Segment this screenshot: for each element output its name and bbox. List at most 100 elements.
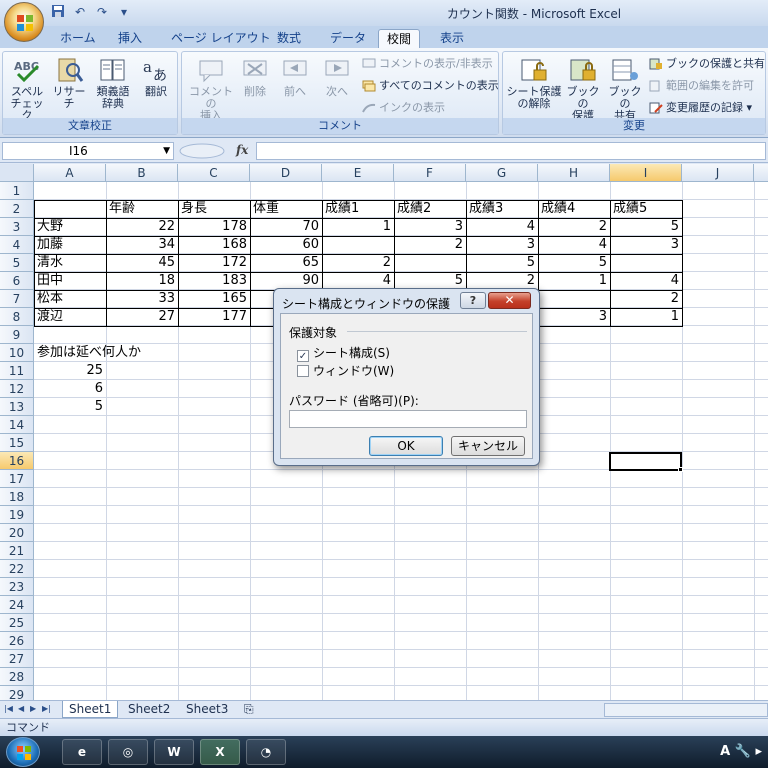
insert-sheet-icon[interactable]: ⎘ — [238, 701, 260, 718]
new-comment-button[interactable]: コメントの 挿入 — [186, 56, 236, 122]
cell-h4[interactable]: 4 — [538, 236, 610, 254]
row-header-12[interactable]: 12 — [0, 380, 34, 398]
row-header-27[interactable]: 27 — [0, 650, 34, 668]
select-all-corner[interactable] — [0, 164, 34, 182]
sheet-tab-sheet1[interactable]: Sheet1 — [62, 701, 119, 718]
protect-workbook-button[interactable]: ブックの 保護 — [563, 56, 603, 122]
share-workbook-button[interactable]: ブックの 共有 — [605, 56, 645, 122]
cell-a6[interactable]: 田中 — [34, 272, 106, 290]
show-ink-button[interactable]: インクの表示 — [362, 100, 445, 116]
cell-a3[interactable]: 大野 — [34, 218, 106, 236]
row-header-11[interactable]: 11 — [0, 362, 34, 380]
cell-b5[interactable]: 45 — [106, 254, 178, 272]
row-header-7[interactable]: 7 — [0, 290, 34, 308]
cell-f2[interactable]: 成績2 — [394, 200, 466, 218]
row-header-8[interactable]: 8 — [0, 308, 34, 326]
row-header-26[interactable]: 26 — [0, 632, 34, 650]
cell-g3[interactable]: 4 — [466, 218, 538, 236]
cell-h8[interactable]: 3 — [538, 308, 610, 326]
column-header-d[interactable]: D — [250, 164, 322, 182]
spell-check-button[interactable]: ABC スペル チェック — [7, 56, 47, 122]
insert-function-icon[interactable]: fx — [236, 143, 248, 157]
next-sheet-icon[interactable]: ▶ — [30, 704, 36, 713]
column-header-b[interactable]: B — [106, 164, 178, 182]
row-header-25[interactable]: 25 — [0, 614, 34, 632]
prev-sheet-icon[interactable]: ◀ — [18, 704, 24, 713]
sheet-tab-sheet2[interactable]: Sheet2 — [122, 701, 176, 718]
column-header-f[interactable]: F — [394, 164, 466, 182]
cell-i4[interactable]: 3 — [610, 236, 682, 254]
cell-g4[interactable]: 3 — [466, 236, 538, 254]
cancel-button[interactable]: キャンセル — [451, 436, 525, 456]
cell-b2[interactable]: 年齢 — [106, 200, 178, 218]
column-header-g[interactable]: G — [466, 164, 538, 182]
horizontal-scrollbar[interactable] — [604, 703, 768, 717]
unprotect-sheet-button[interactable]: シート保護 の解除 — [505, 56, 563, 110]
cell-g5[interactable]: 5 — [466, 254, 538, 272]
taskbar-excel-icon[interactable]: X — [200, 739, 240, 765]
cell-b3[interactable]: 22 — [106, 218, 178, 236]
help-button[interactable]: ? — [460, 292, 486, 309]
cell-c6[interactable]: 183 — [178, 272, 250, 290]
start-button[interactable] — [6, 737, 40, 767]
cell-g2[interactable]: 成績3 — [466, 200, 538, 218]
taskbar-ie-icon[interactable]: e — [62, 739, 102, 765]
cell-h5[interactable]: 5 — [538, 254, 610, 272]
window-checkbox-row[interactable]: ウィンドウ(W) — [297, 364, 394, 378]
row-header-29[interactable]: 29 — [0, 686, 34, 700]
cell-b4[interactable]: 34 — [106, 236, 178, 254]
structure-checkbox[interactable]: ✓ — [297, 350, 309, 362]
row-header-2[interactable]: 2 — [0, 200, 34, 218]
allow-edit-ranges-button[interactable]: 範囲の編集を許可 — [649, 78, 754, 94]
office-button[interactable] — [4, 2, 44, 42]
cell-a8[interactable]: 渡辺 — [34, 308, 106, 326]
taskbar-app-icon[interactable]: ◔ — [246, 739, 286, 765]
row-header-28[interactable]: 28 — [0, 668, 34, 686]
cell-d2[interactable]: 体重 — [250, 200, 322, 218]
tab-home[interactable]: ホーム — [52, 29, 104, 48]
cell-f3[interactable]: 3 — [394, 218, 466, 236]
cell-a12[interactable]: 6 — [34, 380, 106, 398]
cell-b7[interactable]: 33 — [106, 290, 178, 308]
translate-button[interactable]: a あ 翻訳 — [137, 56, 175, 98]
column-header-i[interactable]: I — [610, 164, 682, 182]
cell-b8[interactable]: 27 — [106, 308, 178, 326]
name-box-dropdown-icon[interactable]: ▼ — [163, 143, 170, 159]
row-header-5[interactable]: 5 — [0, 254, 34, 272]
close-button[interactable]: ✕ — [488, 292, 531, 309]
thesaurus-button[interactable]: 類義語 辞典 — [91, 56, 135, 110]
column-header-a[interactable]: A — [34, 164, 106, 182]
cell-d5[interactable]: 65 — [250, 254, 322, 272]
formula-bar-handle-icon[interactable] — [178, 142, 238, 160]
show-all-comments-button[interactable]: すべてのコメントの表示 — [362, 78, 499, 94]
row-header-24[interactable]: 24 — [0, 596, 34, 614]
research-button[interactable]: リサーチ — [49, 56, 89, 110]
row-header-1[interactable]: 1 — [0, 182, 34, 200]
formula-input[interactable] — [256, 142, 766, 160]
cell-i2[interactable]: 成績5 — [610, 200, 682, 218]
row-header-19[interactable]: 19 — [0, 506, 34, 524]
last-sheet-icon[interactable]: ▶| — [42, 704, 51, 713]
track-changes-button[interactable]: 変更履歴の記録 ▾ — [649, 100, 752, 116]
row-header-18[interactable]: 18 — [0, 488, 34, 506]
active-cell-i16[interactable] — [609, 452, 682, 471]
taskbar-word-icon[interactable]: W — [154, 739, 194, 765]
cell-a13[interactable]: 5 — [34, 398, 106, 416]
row-header-3[interactable]: 3 — [0, 218, 34, 236]
cell-f5[interactable] — [394, 254, 466, 272]
row-header-17[interactable]: 17 — [0, 470, 34, 488]
column-header-c[interactable]: C — [178, 164, 250, 182]
tab-formulas[interactable]: 数式 — [269, 29, 309, 48]
row-header-6[interactable]: 6 — [0, 272, 34, 290]
cell-a11[interactable]: 25 — [34, 362, 106, 380]
tab-data[interactable]: データ — [322, 29, 374, 48]
row-header-13[interactable]: 13 — [0, 398, 34, 416]
taskbar-chrome-icon[interactable]: ◎ — [108, 739, 148, 765]
tools-icon[interactable]: 🔧 — [735, 744, 756, 759]
cell-b6[interactable]: 18 — [106, 272, 178, 290]
tab-view[interactable]: 表示 — [432, 29, 472, 48]
cell-c7[interactable]: 165 — [178, 290, 250, 308]
structure-checkbox-row[interactable]: ✓ シート構成(S) — [297, 346, 390, 362]
row-header-4[interactable]: 4 — [0, 236, 34, 254]
cell-d3[interactable]: 70 — [250, 218, 322, 236]
